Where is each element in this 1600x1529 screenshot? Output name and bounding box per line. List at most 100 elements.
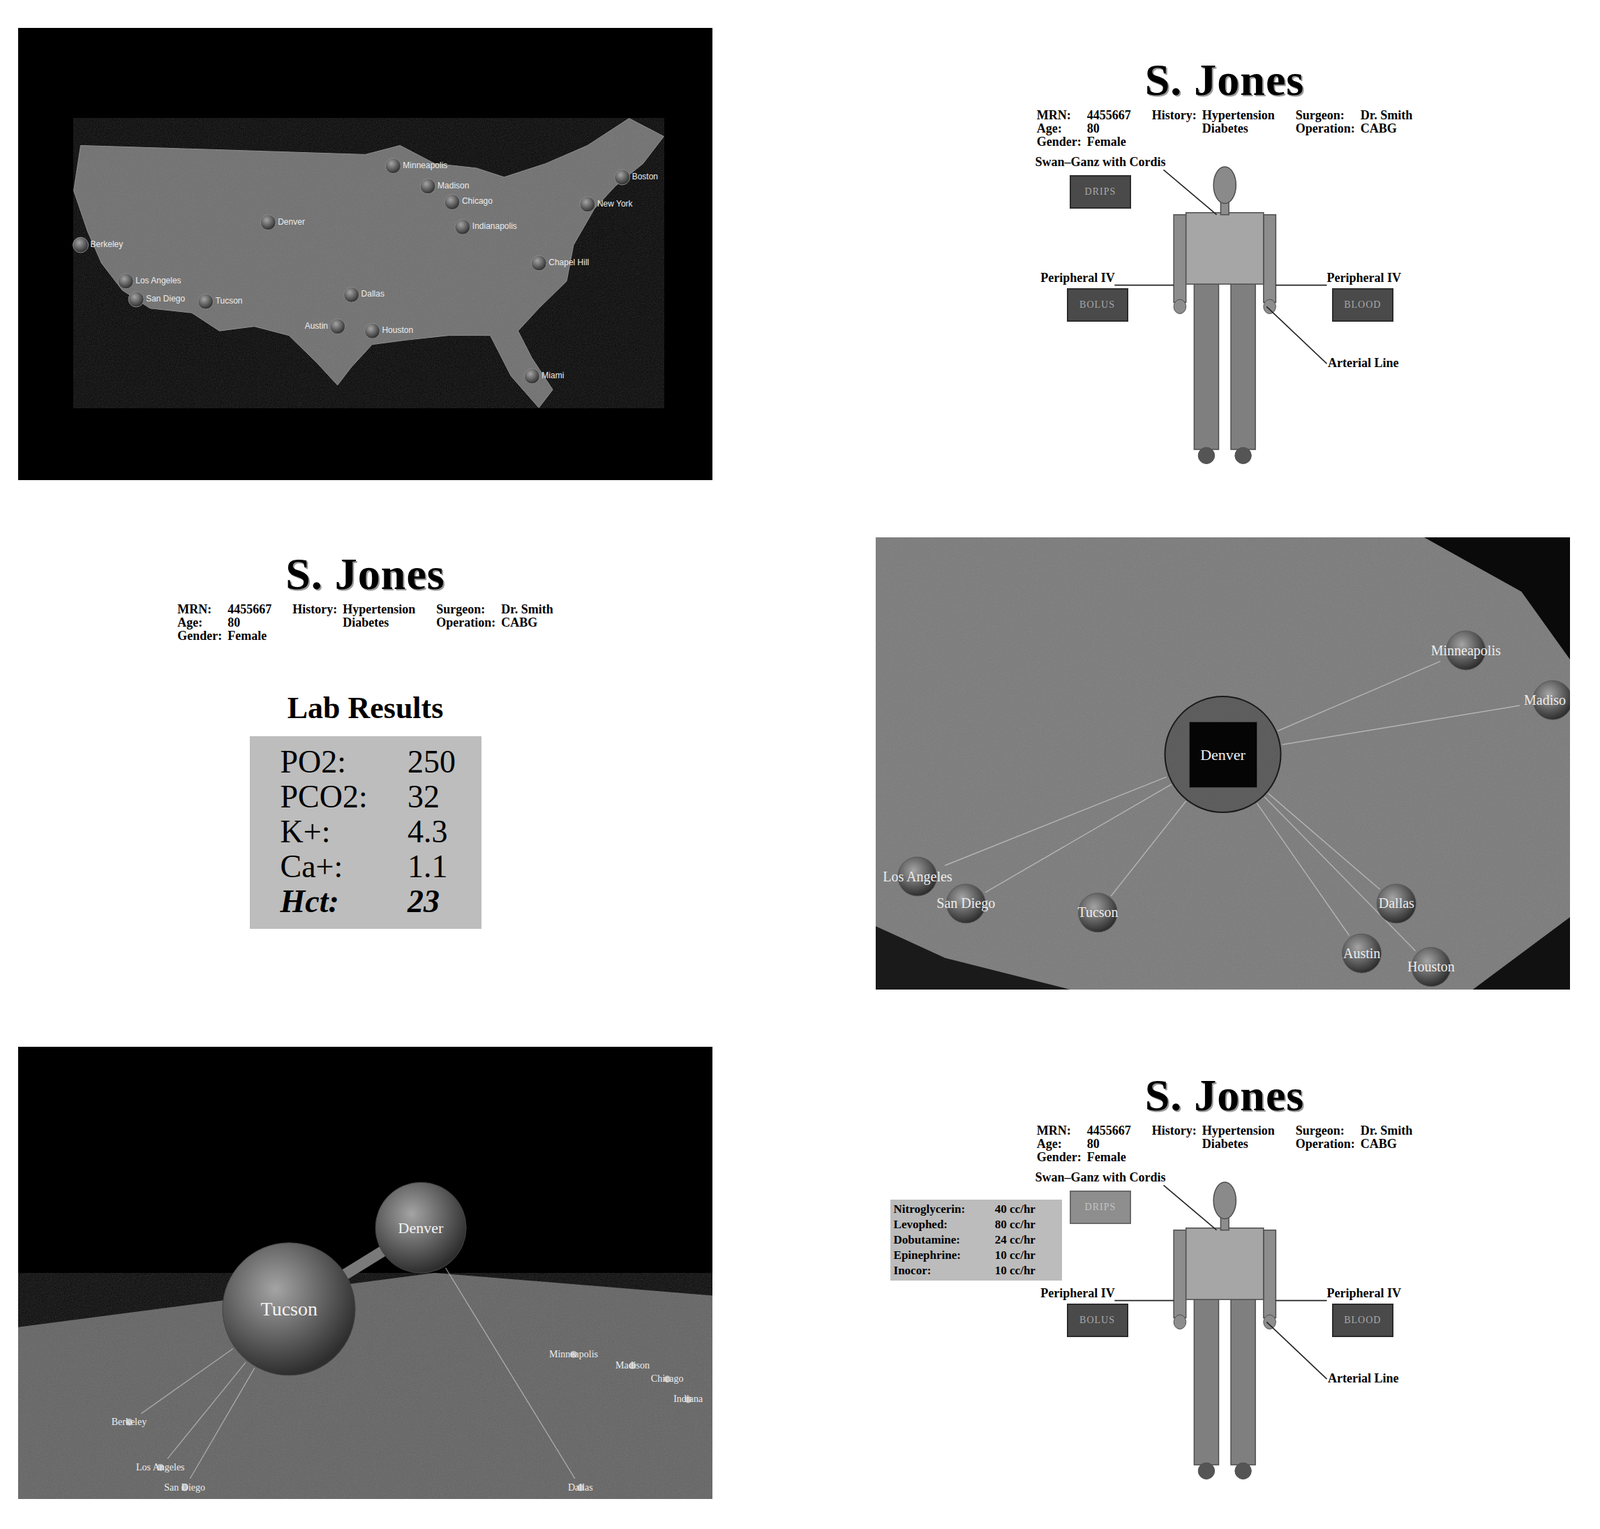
line-pointer — [1275, 284, 1327, 287]
line-button[interactable]: BLOOD — [1332, 288, 1394, 322]
patient-diagram: Swan–Ganz with CordisPeripheral IVPeriph… — [877, 151, 1572, 478]
header-value: Female — [227, 629, 272, 643]
city-node[interactable] — [375, 1182, 467, 1273]
line-label: Peripheral IV — [1327, 271, 1402, 286]
patient-header: MRN:4455667Age:80Gender:FemaleHistory:Hy… — [177, 602, 553, 643]
header-label: MRN: — [1036, 108, 1082, 123]
right-foot — [1235, 447, 1252, 464]
header-value: Diabetes — [342, 616, 416, 630]
header-value: Diabetes — [1202, 1137, 1275, 1151]
drip-rate: 10 cc/hr — [995, 1247, 1059, 1263]
connection-line — [445, 1267, 575, 1479]
line-button[interactable]: BOLUS — [1066, 1303, 1129, 1337]
header-label: Gender: — [1036, 1150, 1082, 1164]
header-label: History: — [292, 602, 338, 630]
terrain-texture — [875, 537, 1570, 990]
us-landmass — [73, 118, 665, 409]
city-label: San Diego — [936, 895, 996, 912]
header-label: Surgeon: — [436, 602, 496, 617]
header-values: Dr. Smith — [1360, 108, 1413, 123]
city-node[interactable] — [73, 237, 89, 253]
city-node[interactable] — [420, 178, 436, 194]
right-arm — [1263, 214, 1277, 303]
city-node[interactable] — [260, 214, 276, 231]
city-node[interactable] — [1342, 933, 1382, 973]
left-arm — [1173, 214, 1187, 303]
city-node[interactable] — [198, 293, 214, 310]
city-node[interactable] — [579, 196, 596, 213]
line-layer — [140, 1267, 575, 1479]
city-node[interactable] — [531, 255, 547, 271]
map-panel[interactable]: TucsonDenverMinneapolisMadisonChicagoInd… — [18, 1046, 713, 1499]
drip-name: Inocor: — [893, 1262, 989, 1279]
header-values: Female — [1087, 1150, 1132, 1164]
map-panel[interactable]: MinneapolisMadisoLos AngelesSan DiegoTuc… — [875, 537, 1570, 990]
line-button[interactable]: DRIPS — [1069, 175, 1132, 209]
city-label: Madison — [437, 181, 469, 192]
figure: BerkeleyLos AngelesSan DiegoTucsonDenver… — [0, 0, 1600, 1499]
city-node[interactable] — [330, 318, 346, 335]
city-node[interactable] — [454, 219, 471, 235]
focus-node[interactable]: Denver — [1189, 721, 1258, 788]
line-button[interactable]: DRIPS — [1069, 1190, 1132, 1224]
connection-line — [985, 784, 1172, 893]
header-column: Surgeon:Dr. SmithOperation:CABG — [436, 602, 553, 643]
drip-rate: 80 cc/hr — [995, 1216, 1059, 1233]
connection-line — [1267, 793, 1380, 890]
line-pointer — [1266, 306, 1327, 364]
focus-ring — [1165, 696, 1282, 813]
line-button[interactable]: BOLUS — [1066, 288, 1129, 322]
connection-line — [189, 1367, 255, 1479]
lab-view: S. JonesMRN:4455667Age:80Gender:FemaleHi… — [121, 549, 610, 929]
drip-name: Levophed: — [893, 1216, 989, 1233]
patient-name: S. Jones — [285, 549, 446, 599]
map-panel[interactable]: BerkeleyLos AngelesSan DiegoTucsonDenver… — [18, 27, 713, 481]
city-label: Austin — [304, 321, 328, 332]
line-pointer — [1114, 1299, 1174, 1302]
city-label: Denver — [277, 217, 305, 228]
left-foot — [1198, 1462, 1215, 1479]
line-pointer — [1275, 1299, 1327, 1302]
city-node[interactable] — [444, 193, 460, 210]
drips-table: Nitroglycerin:40 cc/hrLevophed:80 cc/hrD… — [890, 1199, 1063, 1281]
city-node[interactable] — [614, 169, 631, 185]
drip-rate: 10 cc/hr — [995, 1262, 1059, 1279]
header-value: 80 — [1087, 122, 1132, 136]
city-label: Minneapolis — [1431, 642, 1501, 659]
right-arm — [1263, 1230, 1277, 1319]
city-label: Chicago — [461, 196, 493, 207]
line-button[interactable]: BLOOD — [1332, 1303, 1394, 1337]
city-label: Los Angeles — [136, 1461, 185, 1474]
left-leg — [1193, 1297, 1219, 1465]
header-label: MRN: — [1036, 1124, 1082, 1138]
header-value: 4455667 — [1087, 1124, 1132, 1138]
map-3d-cell: TucsonDenverMinneapolisMadisonChicagoInd… — [18, 1046, 713, 1499]
city-label: Tucson — [260, 1297, 318, 1321]
city-label: Madiso — [1523, 692, 1566, 709]
patient-diagram: Swan–Ganz with CordisPeripheral IVPeriph… — [877, 1166, 1572, 1494]
header-values: 4455667 — [227, 602, 272, 617]
header-values: HypertensionDiabetes — [342, 602, 416, 630]
drip-name: Nitroglycerin: — [893, 1201, 989, 1217]
city-node[interactable] — [524, 368, 540, 384]
connection-line — [1264, 796, 1416, 952]
lab-name: PCO2: — [280, 779, 398, 815]
city-node[interactable] — [364, 323, 380, 339]
city-node[interactable] — [1376, 884, 1416, 924]
header-values: 80 — [227, 616, 272, 630]
torso — [1186, 212, 1264, 284]
terrain-texture — [73, 118, 665, 409]
city-node[interactable] — [385, 158, 401, 174]
header-values: Female — [227, 629, 272, 643]
city-node[interactable] — [128, 291, 144, 308]
city-node[interactable] — [117, 273, 134, 289]
lab-value: 32 — [407, 779, 461, 815]
lab-name: K+: — [280, 814, 398, 850]
city-node[interactable] — [344, 286, 360, 303]
city-node[interactable] — [222, 1242, 356, 1376]
header-values: CABG — [1360, 122, 1413, 136]
city-label: Indianapolis — [472, 221, 518, 232]
lab-value: 250 — [407, 744, 461, 780]
header-value: Hypertension — [1202, 1124, 1275, 1138]
map-canvas — [18, 1046, 713, 1499]
